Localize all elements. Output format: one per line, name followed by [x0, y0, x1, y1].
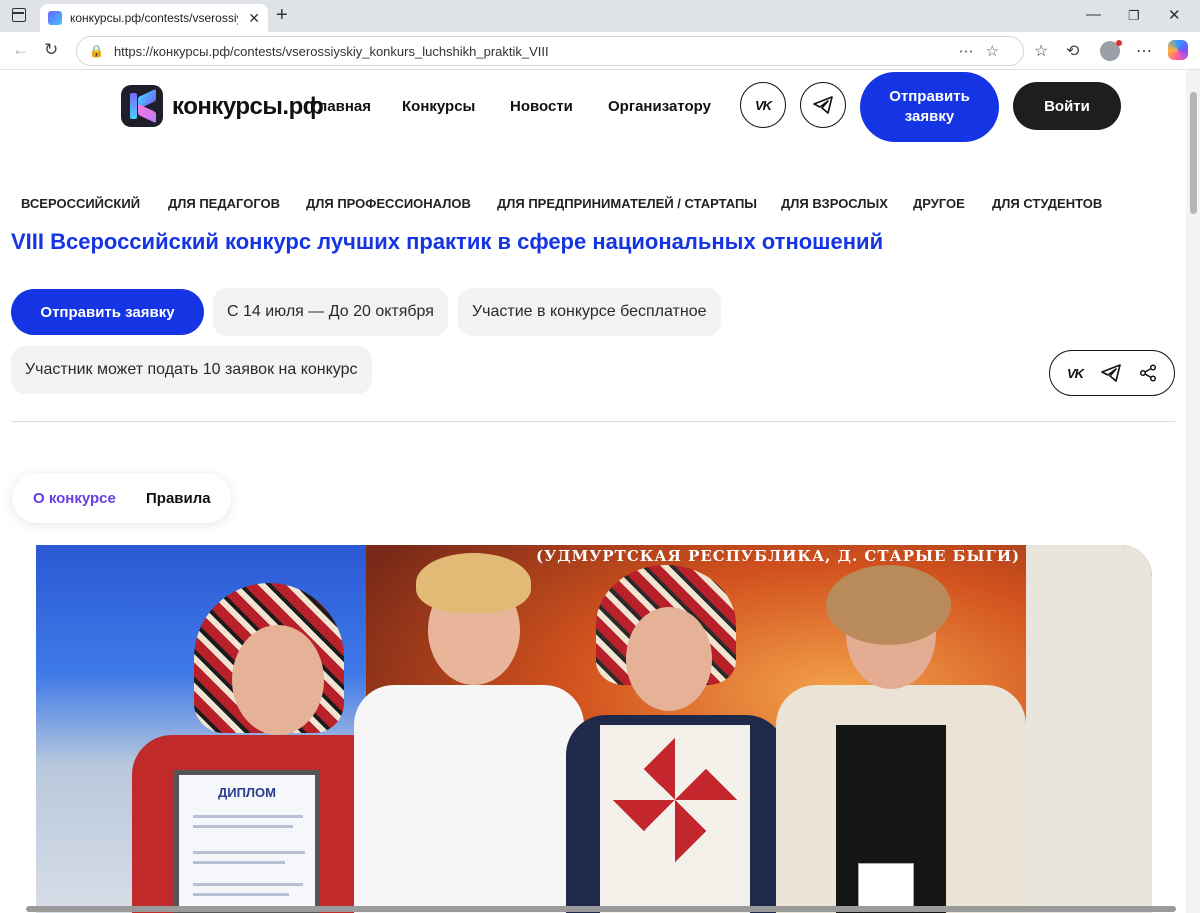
site-logo-icon[interactable]: [121, 85, 163, 127]
lock-icon[interactable]: 🔒: [89, 44, 104, 58]
login-button[interactable]: Войти: [1013, 82, 1121, 130]
header-submit-button[interactable]: Отправить заявку: [860, 72, 999, 142]
window-menu-icon[interactable]: [12, 8, 26, 22]
vk-icon: VK: [754, 97, 772, 113]
share-vk-icon[interactable]: VK: [1067, 366, 1084, 381]
tab-rules[interactable]: Правила: [146, 490, 211, 507]
url-text: https://конкурсы.рф/contests/vserossiysk…: [113, 43, 549, 59]
share-icon[interactable]: [1139, 364, 1157, 382]
limit-chip: Участник может подать 10 заявок на конку…: [11, 346, 372, 394]
nav-contests[interactable]: Конкурсы: [402, 98, 475, 115]
category-adults[interactable]: ДЛЯ ВЗРОСЛЫХ: [781, 196, 888, 211]
close-window-icon[interactable]: ✕: [1168, 6, 1181, 24]
back-icon[interactable]: ←: [12, 40, 29, 60]
horizontal-scroll-thumb[interactable]: [26, 906, 1176, 912]
name-badge: [858, 863, 914, 911]
dates-chip: С 14 июля — До 20 октября: [213, 288, 448, 336]
telegram-icon: [813, 96, 833, 114]
diploma-title: ДИПЛОМ: [217, 785, 276, 800]
telegram-button[interactable]: [800, 82, 846, 128]
nav-organizer[interactable]: Организатору: [608, 98, 711, 115]
browser-tab[interactable]: конкурсы.рф/contests/vserossiyskiy ✕: [40, 4, 268, 32]
submit-application-button[interactable]: Отправить заявку: [11, 289, 204, 335]
contest-photo: (УДМУРТСКАЯ РЕСПУБЛИКА, Д. СТАРЫЕ БЫГИ) …: [36, 545, 1152, 913]
minimize-icon[interactable]: —: [1086, 6, 1101, 23]
page-title: VIII Всероссийский конкурс лучших практи…: [11, 229, 884, 254]
category-other[interactable]: ДРУГОЕ: [913, 196, 965, 211]
category-teachers[interactable]: ДЛЯ ПЕДАГОГОВ: [168, 196, 280, 211]
read-aloud-and-favorite-icons[interactable]: ⋯☆: [959, 42, 1011, 60]
category-all-russian[interactable]: ВСЕРОССИЙСКИЙ: [21, 196, 140, 211]
category-entrepreneurs[interactable]: ДЛЯ ПРЕДПРИНИМАТЕЛЕЙ / СТАРТАПЫ: [497, 196, 757, 211]
vk-button[interactable]: VK: [740, 82, 786, 128]
history-icon[interactable]: ⟲: [1066, 41, 1079, 61]
url-input[interactable]: 🔒 https://конкурсы.рф/contests/vserossiy…: [76, 36, 1024, 66]
section-divider: [11, 421, 1175, 422]
copilot-icon[interactable]: [1168, 40, 1188, 60]
site-logo-text[interactable]: конкурсы.рф: [172, 93, 324, 121]
diploma-card: ДИПЛОМ: [174, 770, 320, 913]
category-professionals[interactable]: ДЛЯ ПРОФЕССИОНАЛОВ: [306, 196, 471, 211]
more-icon[interactable]: ⋯: [1136, 41, 1152, 61]
content-tabs: О конкурсе Правила: [12, 473, 231, 523]
maximize-icon[interactable]: ❐: [1128, 8, 1140, 24]
favorites-icon[interactable]: ☆: [1034, 41, 1048, 61]
close-tab-icon[interactable]: ✕: [248, 10, 260, 27]
photo-banner-text: (УДМУРТСКАЯ РЕСПУБЛИКА, Д. СТАРЫЕ БЫГИ): [536, 547, 1021, 565]
vertical-scroll-thumb[interactable]: [1190, 92, 1197, 214]
tab-about[interactable]: О конкурсе: [33, 490, 116, 507]
category-students[interactable]: ДЛЯ СТУДЕНТОВ: [992, 196, 1102, 211]
new-tab-icon[interactable]: +: [276, 4, 288, 27]
nav-news[interactable]: Новости: [510, 98, 573, 115]
refresh-icon[interactable]: ↻: [44, 40, 58, 60]
site-favicon-icon: [48, 11, 62, 25]
share-group: VK: [1049, 350, 1175, 396]
tab-title: конкурсы.рф/contests/vserossiyskiy: [70, 11, 238, 25]
notification-dot: [1116, 40, 1122, 46]
fee-chip: Участие в конкурсе бесплатное: [458, 288, 721, 336]
address-bar-row: ← ↻ 🔒 https://конкурсы.рф/contests/vsero…: [0, 32, 1200, 70]
browser-tab-strip: конкурсы.рф/contests/vserossiyskiy ✕ + —…: [0, 0, 1200, 32]
share-telegram-icon[interactable]: [1101, 364, 1121, 382]
